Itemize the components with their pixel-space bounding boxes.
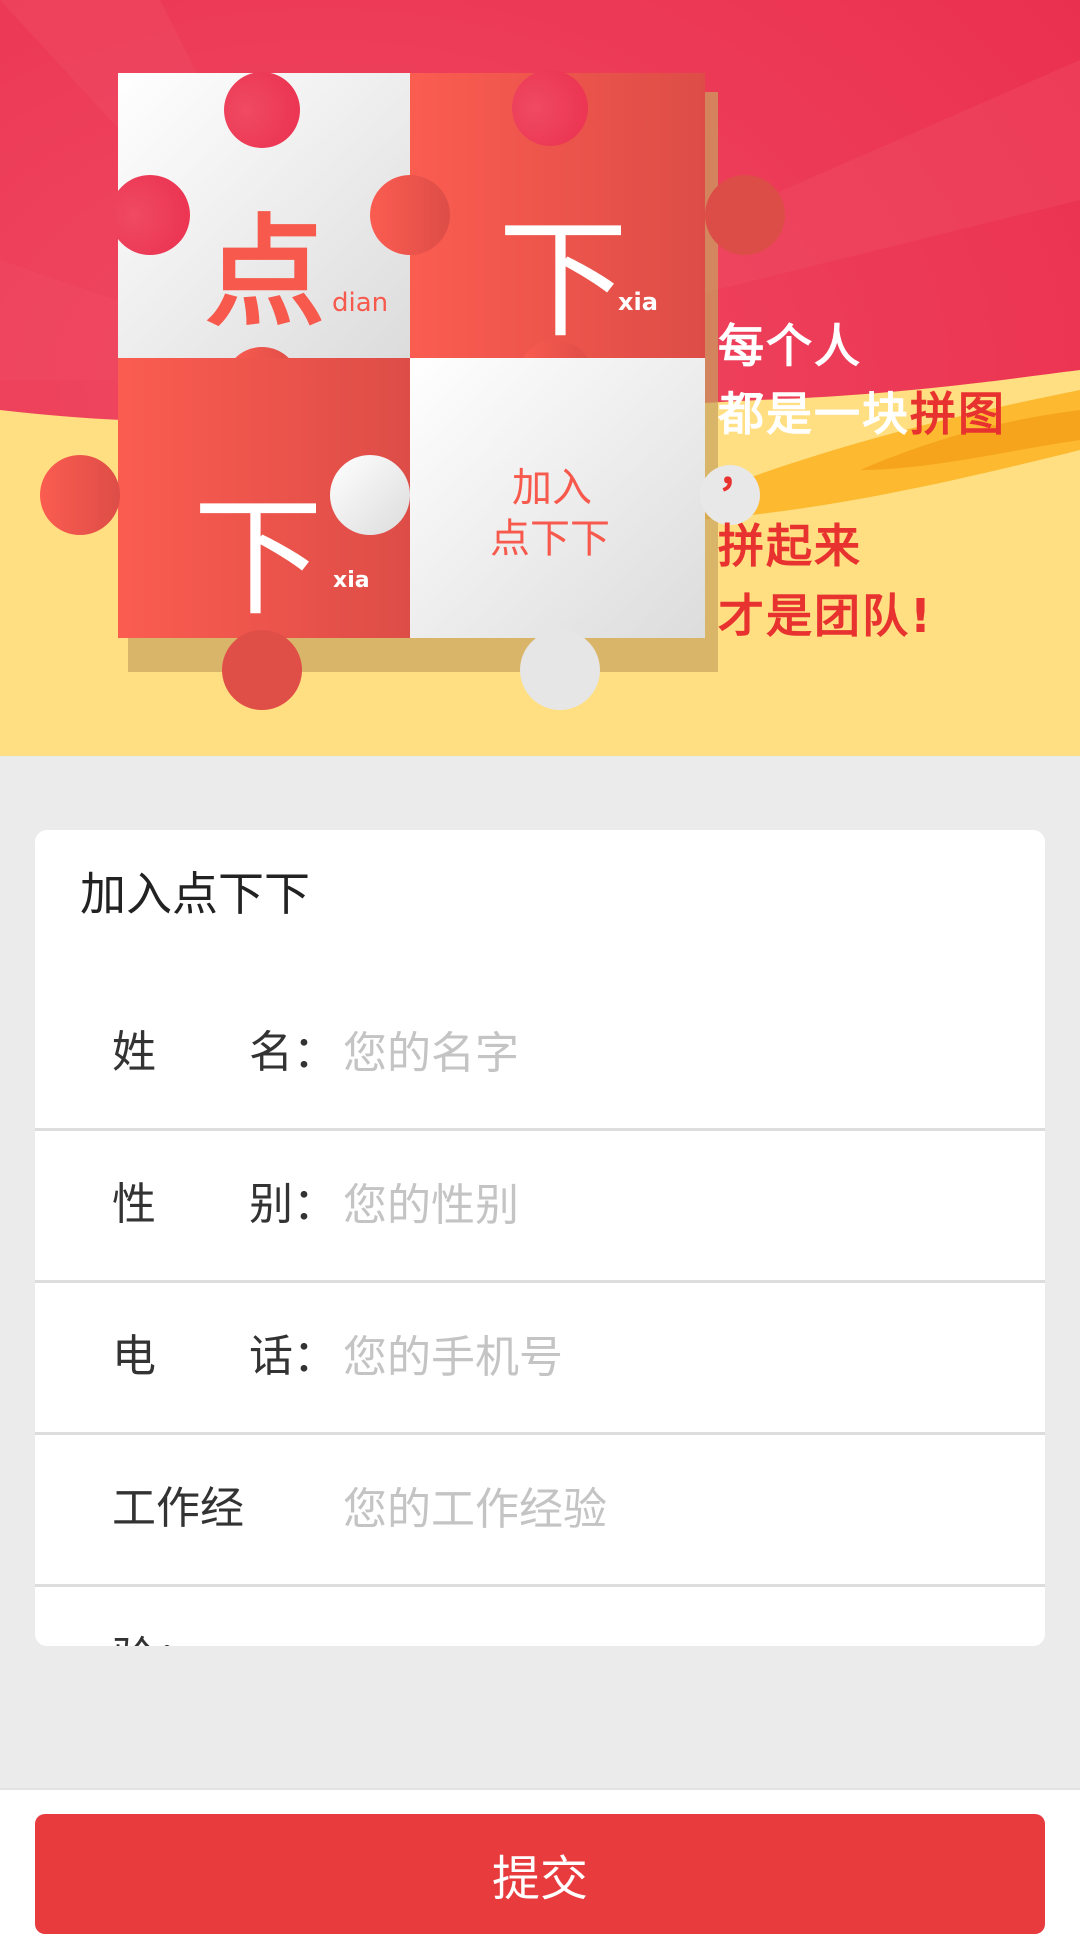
gender-row: 性 别：: [35, 1130, 1045, 1283]
experience-row: 工作经验：: [35, 1434, 1045, 1646]
experience-label: 工作经验：: [112, 1434, 312, 1646]
tile2-pinyin: xia: [618, 288, 658, 316]
phone-input[interactable]: [343, 1282, 1003, 1432]
phone-row: 电 话：: [35, 1282, 1045, 1435]
name-label-part1: 姓: [112, 1027, 156, 1078]
tile1-char: 点: [205, 204, 325, 343]
gender-label-part2: 别：: [249, 1179, 337, 1230]
tile1-pinyin: dian: [332, 288, 389, 318]
phone-label-part1: 电: [112, 1331, 156, 1382]
slogan-line2: 都是一块拼图: [718, 378, 1006, 444]
join-form: 加入点下下 姓 名： 性 别： 电 话： 工作经验：: [35, 830, 1045, 1646]
experience-label-text: 工作经验：: [112, 1483, 244, 1646]
slogan-comma: ，: [718, 450, 760, 496]
name-row: 姓 名：: [35, 978, 1045, 1131]
slogan-line1: 每个人: [718, 319, 862, 373]
form-title: 加入点下下: [80, 867, 310, 921]
slogan-line4: 才是团队!: [718, 589, 933, 643]
gender-label-part1: 性: [112, 1179, 156, 1230]
tile4-line1: 加入: [512, 465, 592, 511]
tile2-char: 下: [498, 204, 629, 356]
name-label-part2: 名：: [249, 1027, 337, 1078]
experience-input[interactable]: [343, 1434, 1003, 1584]
slogan-line3: 拼起来: [718, 519, 862, 573]
gender-input[interactable]: [343, 1130, 1003, 1280]
phone-label-part2: 话：: [249, 1331, 337, 1382]
phone-label: 电 话：: [112, 1282, 337, 1432]
hero-banner: 点 dian 下 xia 下 xia 加入 点下下 每个人 都是一块拼图 ， 拼…: [0, 0, 1080, 756]
tile4-line2: 点下下: [490, 516, 610, 562]
footer-bar: 提交: [0, 1788, 1080, 1958]
tile3-pinyin: xia: [333, 568, 370, 593]
slogan-line2-b: 拼图: [910, 387, 1006, 441]
submit-button[interactable]: 提交: [35, 1814, 1045, 1934]
tile3-char: 下: [193, 482, 324, 634]
name-label: 姓 名：: [112, 978, 337, 1128]
gender-label: 性 别：: [112, 1130, 337, 1280]
slogan-line2-a: 都是一块: [718, 387, 910, 441]
name-input[interactable]: [343, 978, 1003, 1128]
